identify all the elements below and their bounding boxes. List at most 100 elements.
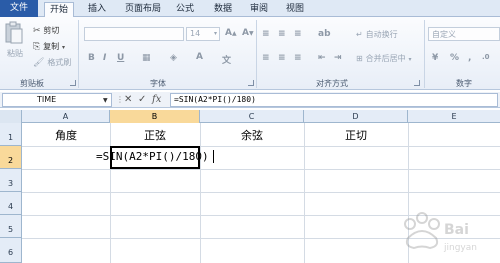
tab-file[interactable]: 文件	[0, 0, 38, 17]
increase-font-icon[interactable]: A▲	[225, 28, 237, 38]
svg-text:Bai: Bai	[444, 222, 469, 238]
underline-button[interactable]: U	[117, 53, 124, 63]
number-format-value: 自定义	[432, 30, 456, 39]
group-separator	[424, 20, 425, 88]
decrease-font-icon[interactable]: A▼	[242, 28, 254, 38]
cut-label: 剪切	[43, 26, 60, 35]
align-bottom-icon[interactable]: ≡	[294, 29, 302, 39]
ribbon-tabs: 文件 开始 插入 页面布局 公式 数据 审阅 视图	[0, 0, 500, 18]
row-header-1[interactable]: 1	[0, 123, 22, 146]
brush-icon: 🖌	[33, 58, 45, 68]
format-painter-button[interactable]: 🖌 格式刷	[33, 57, 72, 68]
tab-insert[interactable]: 插入	[84, 2, 110, 17]
borders-icon[interactable]: ▦	[142, 53, 151, 63]
paste-label: 粘贴	[7, 49, 23, 58]
column-header-c[interactable]: C	[200, 110, 304, 123]
increase-decimal-icon[interactable]: .0	[482, 53, 490, 61]
phonetic-icon[interactable]: 文	[222, 53, 231, 66]
row-header-2[interactable]: 2	[0, 146, 22, 169]
font-dialog-launcher[interactable]	[248, 80, 254, 86]
column-headers: A B C D E	[0, 110, 500, 123]
tab-home[interactable]: 开始	[44, 2, 74, 18]
cancel-icon[interactable]: ✕	[124, 93, 132, 107]
clipboard-dialog-launcher[interactable]	[70, 80, 76, 86]
currency-icon[interactable]: ¥	[432, 53, 438, 63]
font-size-value: 14	[190, 29, 201, 38]
insert-function-icon[interactable]: fx	[152, 93, 161, 107]
format-painter-label: 格式刷	[47, 58, 72, 67]
font-name-select[interactable]	[84, 27, 184, 41]
align-right-icon[interactable]: ≡	[294, 53, 302, 63]
select-all-corner[interactable]	[0, 110, 22, 123]
paste-icon	[5, 21, 23, 44]
formula-bar: TIME ▼ ⋮ ✕ ✓ fx =SIN(A2*PI()/180)	[0, 92, 500, 108]
tab-formulas[interactable]: 公式	[172, 2, 198, 17]
name-box[interactable]: TIME	[2, 93, 112, 107]
align-middle-icon[interactable]: ≡	[278, 29, 286, 39]
cell-b2-editor[interactable]: =SIN(A2*PI()/180)	[96, 150, 209, 163]
more-icon: ⋮	[116, 95, 124, 104]
wrap-text-button[interactable]: ↵ 自动换行	[356, 29, 398, 40]
baidu-watermark-logo: Bai jingyan	[404, 212, 477, 253]
enter-icon[interactable]: ✓	[138, 93, 146, 107]
row-header-4[interactable]: 4	[0, 192, 22, 215]
cell-c1[interactable]: 余弦	[200, 127, 304, 143]
merge-center-button[interactable]: ⊞ 合并后居中 ▾	[356, 53, 411, 64]
group-separator	[256, 20, 257, 88]
tab-page-layout[interactable]: 页面布局	[118, 2, 168, 17]
copy-icon: ⎘	[33, 42, 41, 52]
gridline	[110, 123, 111, 263]
merge-center-label: 合并后居中	[365, 54, 406, 63]
tab-data[interactable]: 数据	[210, 2, 236, 17]
clipboard-group-label: 剪贴板	[20, 79, 44, 88]
gridline	[200, 123, 201, 263]
cut-button[interactable]: ✂ 剪切	[33, 25, 60, 36]
tab-view[interactable]: 视图	[282, 2, 308, 17]
ribbon: 粘贴 ✂ 剪切 ⎘ 复制 ▾ 🖌 格式刷 剪贴板 14 ▾ A▲ A▼ B I …	[0, 17, 500, 90]
column-header-e[interactable]: E	[408, 110, 500, 123]
alignment-dialog-launcher[interactable]	[414, 80, 420, 86]
alignment-group-label: 对齐方式	[316, 79, 348, 88]
wrap-text-label: 自动换行	[365, 30, 398, 39]
gridline	[22, 192, 500, 193]
orientation-icon[interactable]: ab	[318, 29, 331, 39]
number-format-select[interactable]: 自定义	[428, 27, 500, 41]
text-cursor	[213, 150, 214, 163]
cell-b1[interactable]: 正弦	[110, 127, 200, 143]
align-center-icon[interactable]: ≡	[278, 53, 286, 63]
chevron-down-icon: ▾	[61, 44, 65, 51]
font-color-icon[interactable]: A	[196, 52, 203, 62]
cell-d1[interactable]: 正切	[304, 127, 408, 143]
copy-label: 复制	[43, 42, 60, 51]
font-size-select[interactable]: 14 ▾	[186, 27, 220, 41]
column-header-b[interactable]: B	[110, 110, 200, 123]
excel-window: 文件 开始 插入 页面布局 公式 数据 审阅 视图 粘贴 ✂ 剪切 ⎘ 复制 ▾	[0, 0, 500, 263]
merge-icon: ⊞	[356, 54, 363, 63]
group-separator	[78, 20, 79, 88]
column-header-a[interactable]: A	[22, 110, 110, 123]
row-header-6[interactable]: 6	[0, 238, 22, 263]
indent-increase-icon[interactable]: ⇥	[334, 53, 342, 63]
percent-icon[interactable]: %	[450, 53, 459, 63]
copy-button[interactable]: ⎘ 复制 ▾	[33, 41, 65, 52]
formula-input[interactable]: =SIN(A2*PI()/180)	[170, 93, 498, 107]
align-top-icon[interactable]: ≡	[262, 29, 270, 39]
bold-button[interactable]: B	[88, 53, 95, 63]
paste-button[interactable]: 粘贴	[4, 21, 26, 63]
gridline	[22, 169, 500, 170]
chevron-down-icon: ▾	[408, 56, 412, 63]
align-left-icon[interactable]: ≡	[262, 53, 270, 63]
fill-color-icon[interactable]: ◈	[170, 53, 177, 63]
chevron-down-icon[interactable]: ▼	[103, 97, 108, 104]
cell-a1[interactable]: 角度	[22, 127, 110, 143]
row-header-3[interactable]: 3	[0, 169, 22, 192]
italic-button[interactable]: I	[103, 53, 106, 63]
comma-icon[interactable]: ,	[468, 53, 471, 63]
indent-decrease-icon[interactable]: ⇤	[318, 53, 326, 63]
row-header-5[interactable]: 5	[0, 215, 22, 238]
svg-text:jingyan: jingyan	[443, 243, 477, 253]
gridline	[22, 146, 500, 147]
tab-review[interactable]: 审阅	[246, 2, 272, 17]
column-header-d[interactable]: D	[304, 110, 408, 123]
wrap-text-icon: ↵	[356, 30, 363, 39]
